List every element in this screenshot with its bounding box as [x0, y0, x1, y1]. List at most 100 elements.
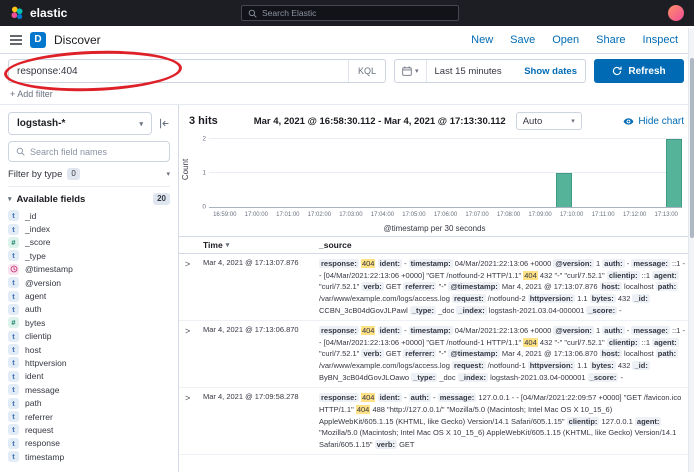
- nav-action-share[interactable]: Share: [596, 34, 625, 46]
- available-fields-header[interactable]: ▾ Available fields 20: [8, 193, 170, 205]
- doc-source: response: 404 ident: - timestamp: 04/Mar…: [319, 258, 686, 316]
- elastic-logo-icon: [10, 6, 24, 20]
- histogram-xticks: 16:59:0017:00:0017:01:0017:02:0017:03:00…: [209, 212, 682, 221]
- source-field-key: response:: [319, 326, 359, 335]
- expand-row-icon[interactable]: >: [185, 258, 203, 316]
- doc-table-row[interactable]: >Mar 4, 2021 @ 17:09:58.278response: 404…: [179, 388, 694, 455]
- field-name: _index: [25, 224, 50, 234]
- nav-action-new[interactable]: New: [471, 34, 493, 46]
- nav-action-save[interactable]: Save: [510, 34, 535, 46]
- text-field-icon: t: [8, 331, 19, 342]
- x-tick-label: 16:59:00: [213, 212, 236, 218]
- field-item-auth[interactable]: tauth: [8, 303, 170, 316]
- text-field-icon: t: [8, 304, 19, 315]
- field-item-message[interactable]: tmessage: [8, 383, 170, 396]
- x-tick-label: 17:04:00: [371, 212, 394, 218]
- field-item-request[interactable]: trequest: [8, 423, 170, 436]
- text-field-icon: t: [8, 344, 19, 355]
- number-field-icon: #: [8, 317, 19, 328]
- field-item-ident[interactable]: tident: [8, 370, 170, 383]
- field-item-agent[interactable]: tagent: [8, 289, 170, 302]
- doc-table-header: Time ▾ _source: [179, 236, 694, 254]
- doc-table-rows: >Mar 4, 2021 @ 17:13:07.876response: 404…: [179, 254, 694, 455]
- expand-row-icon[interactable]: >: [185, 392, 203, 450]
- collapse-sidebar-icon[interactable]: [159, 118, 170, 129]
- nav-action-open[interactable]: Open: [552, 34, 579, 46]
- field-item-referrer[interactable]: treferrer: [8, 410, 170, 423]
- highlighted-match: 404: [361, 393, 376, 402]
- nav-action-inspect[interactable]: Inspect: [643, 34, 678, 46]
- field-item-timestamp[interactable]: ttimestamp: [8, 450, 170, 463]
- source-field-key: referrer:: [403, 349, 436, 358]
- source-field-key: @timestamp:: [448, 349, 499, 358]
- doc-table-row[interactable]: >Mar 4, 2021 @ 17:13:06.870response: 404…: [179, 321, 694, 388]
- field-name: response: [25, 438, 60, 448]
- source-field-key: host:: [600, 282, 622, 291]
- global-search-input[interactable]: Search Elastic: [241, 5, 459, 21]
- show-dates-button[interactable]: Show dates: [516, 66, 585, 77]
- scrollbar-thumb[interactable]: [690, 58, 694, 238]
- x-tick-label: 17:08:00: [497, 212, 520, 218]
- time-range-label[interactable]: Last 15 minutes: [427, 66, 510, 77]
- user-avatar[interactable]: [668, 5, 684, 21]
- highlighted-match: 404: [523, 271, 538, 280]
- source-field-key: ident:: [378, 326, 402, 335]
- query-input[interactable]: response:404 KQL: [8, 59, 386, 83]
- text-field-icon: t: [8, 224, 19, 235]
- field-item-_score[interactable]: #_score: [8, 236, 170, 249]
- field-item-httpversion[interactable]: thttpversion: [8, 356, 170, 369]
- source-field-key: _id:: [632, 294, 649, 303]
- x-tick-label: 17:06:00: [434, 212, 457, 218]
- menu-icon[interactable]: [10, 35, 22, 45]
- gridline: [209, 138, 682, 139]
- text-field-icon: t: [8, 451, 19, 462]
- field-item-_index[interactable]: t _index: [8, 222, 170, 235]
- time-column-label: Time: [203, 240, 223, 250]
- field-item-_id[interactable]: t_id: [8, 209, 170, 222]
- x-tick-label: 17:07:00: [465, 212, 488, 218]
- x-tick-label: 17:12:00: [623, 212, 646, 218]
- source-field-key: message:: [438, 393, 477, 402]
- histogram: Count 012 16:59:0017:00:0017:01:0017:02:…: [183, 135, 686, 233]
- discover-main: 3 hits Mar 4, 2021 @ 16:58:30.112 - Mar …: [178, 105, 694, 472]
- source-field-key: bytes:: [590, 294, 616, 303]
- interval-select[interactable]: Auto ▾: [516, 112, 582, 130]
- field-search-input[interactable]: Search field names: [8, 141, 170, 162]
- field-item-response[interactable]: tresponse: [8, 437, 170, 450]
- index-pattern-select[interactable]: logstash-* ▾: [8, 112, 152, 135]
- x-tick-label: 17:13:00: [655, 212, 678, 218]
- source-field-key: host:: [600, 349, 622, 358]
- scrollbar-track[interactable]: [688, 28, 694, 472]
- doc-table-row[interactable]: >Mar 4, 2021 @ 17:13:07.876response: 404…: [179, 254, 694, 321]
- time-column-header[interactable]: Time ▾: [203, 240, 319, 250]
- filter-bar: + Add filter: [0, 88, 694, 105]
- x-tick-label: 17:09:00: [528, 212, 551, 218]
- field-item-@version[interactable]: t@version: [8, 276, 170, 289]
- field-item-host[interactable]: thost: [8, 343, 170, 356]
- field-name: _id: [25, 211, 36, 221]
- filter-by-type-button[interactable]: Filter by type 0 ▾: [8, 168, 170, 187]
- source-field-key: @timestamp:: [448, 282, 499, 291]
- refresh-label: Refresh: [628, 66, 665, 77]
- field-item-_type[interactable]: t_type: [8, 249, 170, 262]
- field-item-clientip[interactable]: tclientip: [8, 330, 170, 343]
- calendar-button[interactable]: ▾: [395, 60, 427, 82]
- field-item-bytes[interactable]: #bytes: [8, 316, 170, 329]
- source-field-key: clientip:: [607, 271, 640, 280]
- histogram-bar[interactable]: [666, 139, 682, 207]
- expand-row-icon[interactable]: >: [185, 325, 203, 383]
- kql-language-button[interactable]: KQL: [348, 60, 385, 82]
- field-item-@timestamp[interactable]: @timestamp: [8, 263, 170, 276]
- source-field-key: path:: [656, 349, 678, 358]
- date-field-icon: [8, 264, 19, 275]
- highlighted-match: 404: [356, 405, 371, 414]
- interval-value: Auto: [523, 116, 543, 127]
- hide-chart-button[interactable]: Hide chart: [623, 116, 684, 127]
- field-name: host: [25, 345, 41, 355]
- refresh-button[interactable]: Refresh: [594, 59, 684, 83]
- histogram-bar[interactable]: [556, 173, 572, 207]
- eye-icon: [623, 116, 634, 127]
- x-tick-label: 17:11:00: [592, 212, 615, 218]
- add-filter-button[interactable]: + Add filter: [10, 89, 53, 99]
- field-item-path[interactable]: tpath: [8, 396, 170, 409]
